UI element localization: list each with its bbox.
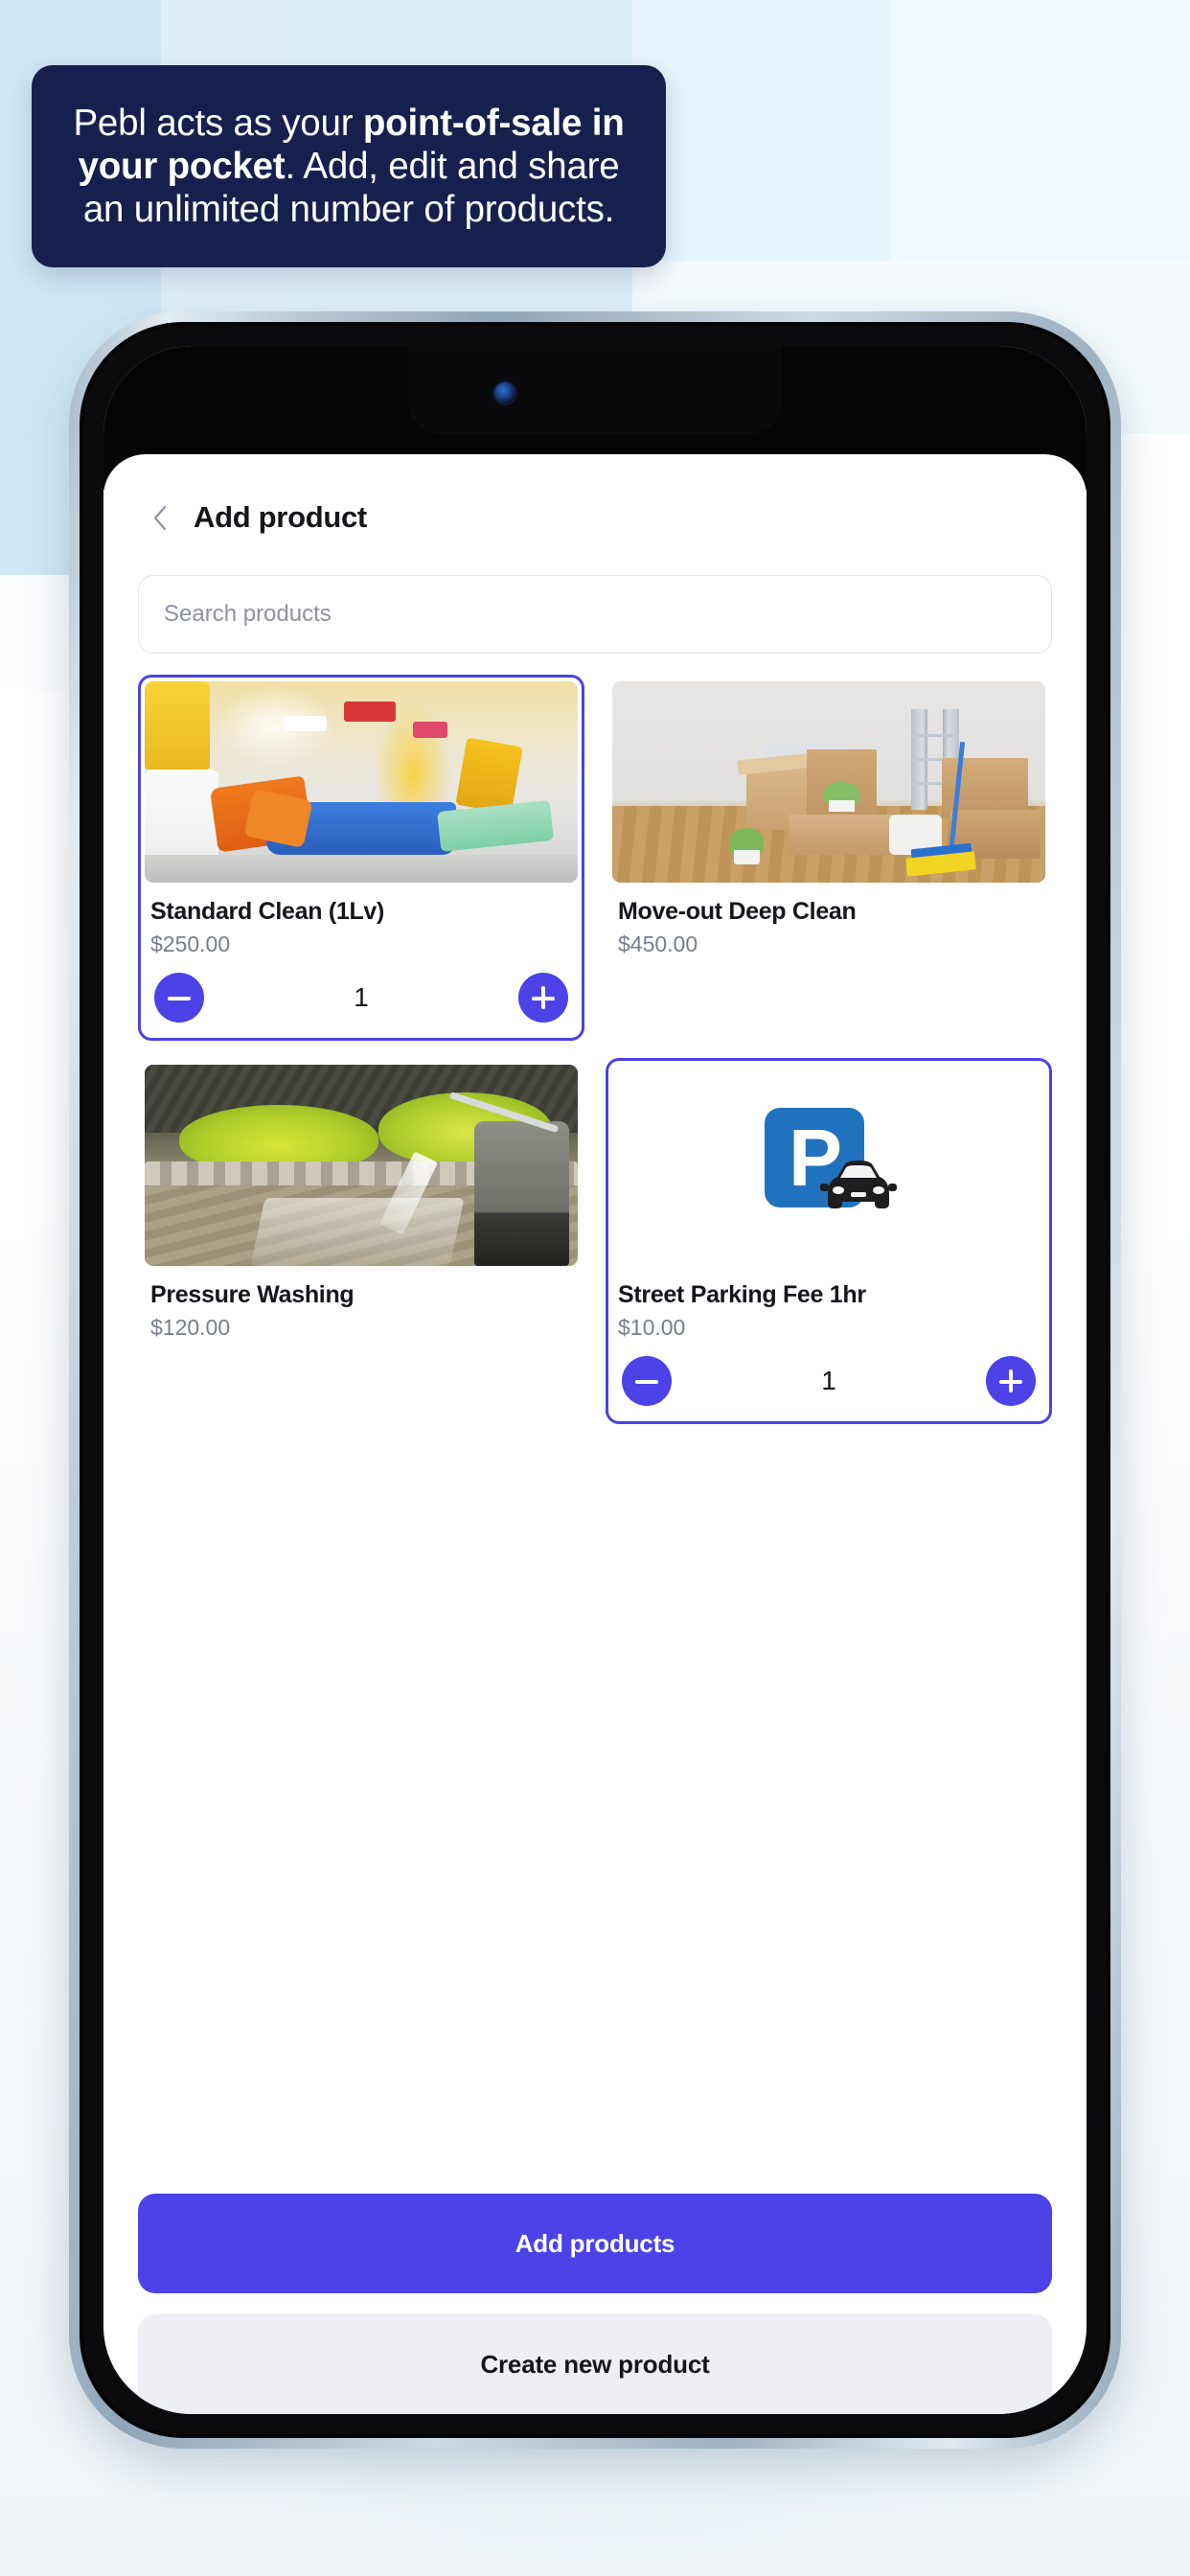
increase-quantity-button[interactable] xyxy=(985,1356,1036,1406)
decrease-quantity-button[interactable] xyxy=(154,973,204,1023)
screenshot-root: Pebl acts as your point-of-sale in your … xyxy=(0,0,1190,2576)
pressure-washing-photo xyxy=(145,1065,578,1266)
product-image xyxy=(145,681,578,883)
add-products-button[interactable]: Add products xyxy=(138,2194,1052,2293)
phone-notch xyxy=(408,346,782,434)
promo-text-before: Pebl acts as your xyxy=(73,103,363,144)
product-card[interactable]: Move-out Deep Clean $450.00 xyxy=(606,675,1052,1041)
product-price: $450.00 xyxy=(618,932,698,956)
card-spacer xyxy=(612,957,1045,975)
background-block xyxy=(891,0,1190,261)
search-input[interactable] xyxy=(138,575,1052,654)
create-new-product-button[interactable]: Create new product xyxy=(138,2314,1052,2414)
app-header: Add product xyxy=(103,454,1087,539)
page-title: Add product xyxy=(194,500,367,534)
app-screen: Add product Search products Standard Cle… xyxy=(103,454,1087,2414)
product-name: Standard Clean (1Lv) xyxy=(150,898,385,925)
product-name: Move-out Deep Clean xyxy=(618,898,857,925)
cleaning-supplies-photo xyxy=(145,681,578,883)
quantity-stepper: 1 xyxy=(622,1356,1036,1406)
plus-icon xyxy=(998,1369,1022,1392)
car-icon xyxy=(820,1161,897,1208)
front-camera-icon xyxy=(494,382,515,403)
product-card[interactable]: Standard Clean (1Lv) $250.00 1 xyxy=(138,675,584,1041)
product-price: $120.00 xyxy=(150,1315,231,1340)
quantity-stepper: 1 xyxy=(154,973,568,1023)
back-button[interactable] xyxy=(138,496,180,539)
quantity-value: 1 xyxy=(821,1366,836,1395)
plus-icon xyxy=(531,986,555,1009)
parking-sign-icon: P xyxy=(757,1102,901,1229)
minus-icon xyxy=(168,986,191,1009)
product-card[interactable]: P Street Parking Fee 1hr $10.00 1 xyxy=(606,1058,1052,1424)
chevron-left-icon xyxy=(153,505,166,530)
product-name: Pressure Washing xyxy=(150,1281,355,1308)
action-buttons: Add products Create new product xyxy=(138,2194,1052,2414)
decrease-quantity-button[interactable] xyxy=(622,1356,672,1406)
promo-text: Pebl acts as your point-of-sale in your … xyxy=(58,102,639,231)
quantity-value: 1 xyxy=(354,982,369,1012)
search-section xyxy=(103,539,1087,654)
product-price: $250.00 xyxy=(150,932,231,956)
product-image xyxy=(612,681,1045,883)
phone-mockup: Add product Search products Standard Cle… xyxy=(69,311,1121,2449)
increase-quantity-button[interactable] xyxy=(517,973,568,1023)
phone-screen: Add product Search products Standard Cle… xyxy=(103,346,1087,2414)
card-spacer xyxy=(145,1341,578,1358)
product-image: P xyxy=(612,1065,1045,1266)
product-price: $10.00 xyxy=(618,1315,686,1340)
product-card[interactable]: Pressure Washing $120.00 xyxy=(138,1058,584,1424)
product-grid: Standard Clean (1Lv) $250.00 1 Move-out … xyxy=(103,654,1087,1424)
minus-icon xyxy=(635,1369,658,1392)
promo-banner: Pebl acts as your point-of-sale in your … xyxy=(32,65,666,267)
background-block xyxy=(632,0,891,261)
moving-boxes-photo xyxy=(612,681,1045,883)
product-image xyxy=(145,1065,578,1266)
product-name: Street Parking Fee 1hr xyxy=(618,1281,866,1308)
